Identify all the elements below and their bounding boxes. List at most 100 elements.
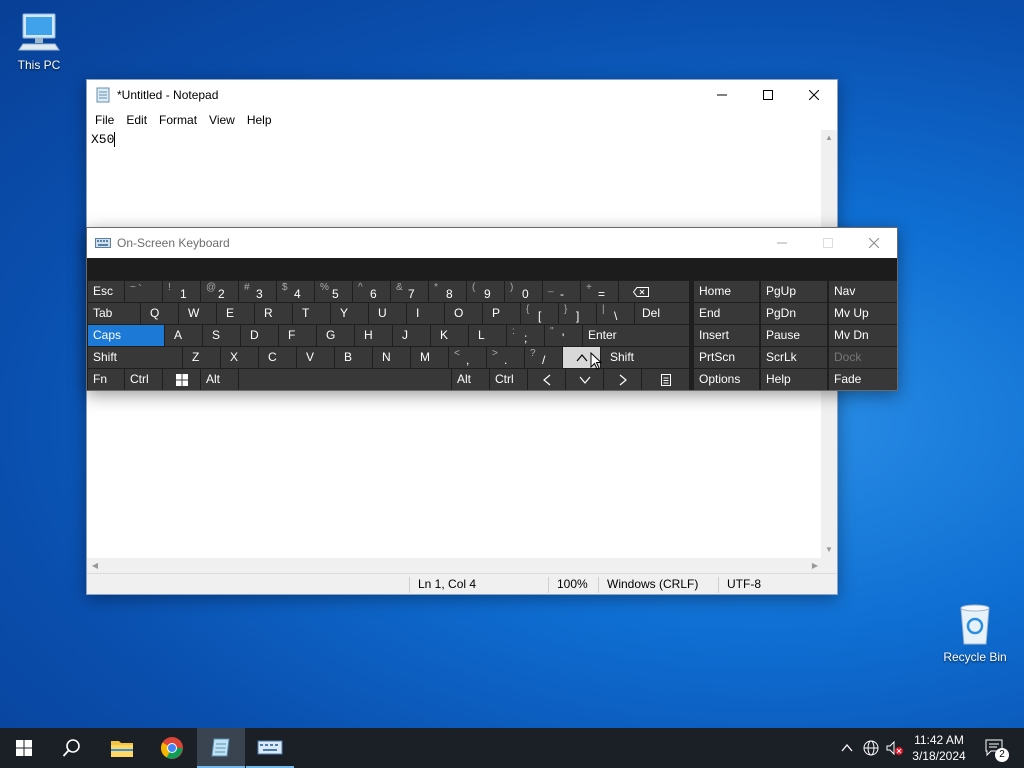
key-prtscn[interactable]: PrtScn — [694, 347, 759, 368]
key-z[interactable]: Z — [183, 347, 220, 368]
key-semicolon[interactable]: :; — [507, 325, 544, 346]
key-h[interactable]: H — [355, 325, 392, 346]
key-home[interactable]: Home — [694, 281, 759, 302]
key-fade[interactable]: Fade — [829, 369, 897, 390]
key-pgdn[interactable]: PgDn — [761, 303, 827, 324]
key-i[interactable]: I — [407, 303, 444, 324]
key-4[interactable]: $4 — [277, 281, 314, 302]
key-right-arrow[interactable] — [604, 369, 641, 390]
scroll-left-icon[interactable]: ◀ — [87, 558, 103, 574]
key-space[interactable] — [239, 369, 451, 390]
key-1[interactable]: ! 1 — [163, 281, 200, 302]
close-button[interactable] — [791, 80, 837, 110]
key-dock[interactable]: Dock — [829, 347, 897, 368]
key-9[interactable]: (9 — [467, 281, 504, 302]
key-0[interactable]: ) 0 — [505, 281, 542, 302]
recycle-bin-desktop-icon[interactable]: Recycle Bin — [940, 602, 1010, 664]
taskbar-chrome[interactable] — [148, 728, 196, 768]
key-end[interactable]: End — [694, 303, 759, 324]
key-scrlk[interactable]: ScrLk — [761, 347, 827, 368]
key-tab[interactable]: Tab — [88, 303, 140, 324]
key-g[interactable]: G — [317, 325, 354, 346]
key-backslash[interactable]: | \ — [597, 303, 634, 324]
key-e[interactable]: E — [217, 303, 254, 324]
key-left-alt[interactable]: Alt — [201, 369, 238, 390]
key-menu[interactable] — [642, 369, 689, 390]
key-minus[interactable]: _ - — [543, 281, 580, 302]
key-open-bracket[interactable]: {[ — [521, 303, 558, 324]
key-a[interactable]: A — [165, 325, 202, 346]
key-s[interactable]: S — [203, 325, 240, 346]
this-pc-desktop-icon[interactable]: This PC — [4, 10, 74, 72]
key-insert[interactable]: Insert — [694, 325, 759, 346]
taskbar-notepad[interactable] — [197, 728, 245, 768]
key-del[interactable]: Del — [635, 303, 689, 324]
key-x[interactable]: X — [221, 347, 258, 368]
key-close-bracket[interactable]: }] — [559, 303, 596, 324]
osk-close-button[interactable] — [851, 228, 897, 258]
key-period[interactable]: >. — [487, 347, 524, 368]
key-nav[interactable]: Nav — [829, 281, 897, 302]
scroll-up-icon[interactable]: ▲ — [821, 130, 837, 146]
taskbar-on-screen-keyboard[interactable] — [246, 728, 294, 768]
key-k[interactable]: K — [431, 325, 468, 346]
menu-edit[interactable]: Edit — [120, 113, 153, 127]
key-comma[interactable]: <, — [449, 347, 486, 368]
network-button[interactable] — [860, 728, 882, 768]
key-windows[interactable] — [163, 369, 200, 390]
search-button[interactable] — [48, 728, 96, 768]
key-8[interactable]: * 8 — [429, 281, 466, 302]
key-v[interactable]: V — [297, 347, 334, 368]
key-mv-dn[interactable]: Mv Dn — [829, 325, 897, 346]
key-r[interactable]: R — [255, 303, 292, 324]
key-7[interactable]: & 7 — [391, 281, 428, 302]
key-b[interactable]: B — [335, 347, 372, 368]
key-backspace[interactable] — [619, 281, 689, 302]
key-2[interactable]: @2 — [201, 281, 238, 302]
key-d[interactable]: D — [241, 325, 278, 346]
horizontal-scrollbar[interactable]: ◀ ▶ — [87, 558, 823, 574]
key-c[interactable]: C — [259, 347, 296, 368]
key-m[interactable]: M — [411, 347, 448, 368]
key-right-ctrl[interactable]: Ctrl — [490, 369, 527, 390]
menu-file[interactable]: File — [89, 113, 120, 127]
key-left-shift[interactable]: Shift — [88, 347, 182, 368]
key-slash[interactable]: ? / — [525, 347, 562, 368]
key-left-arrow[interactable] — [528, 369, 565, 390]
key-w[interactable]: W — [179, 303, 216, 324]
key-right-shift[interactable]: Shift — [601, 347, 689, 368]
key-3[interactable]: #3 — [239, 281, 276, 302]
key-right-alt[interactable]: Alt — [452, 369, 489, 390]
menu-help[interactable]: Help — [241, 113, 278, 127]
key-pgup[interactable]: PgUp — [761, 281, 827, 302]
key-options[interactable]: Options — [694, 369, 759, 390]
osk-maximize-button[interactable] — [805, 228, 851, 258]
key-pause[interactable]: Pause — [761, 325, 827, 346]
key-l[interactable]: L — [469, 325, 506, 346]
key-esc[interactable]: Esc — [88, 281, 124, 302]
key-5[interactable]: % 5 — [315, 281, 352, 302]
minimize-button[interactable] — [699, 80, 745, 110]
clock[interactable]: 11:42 AM 3/18/2024 — [904, 728, 974, 768]
key-o[interactable]: O — [445, 303, 482, 324]
key-n[interactable]: N — [373, 347, 410, 368]
scroll-down-icon[interactable]: ▼ — [821, 542, 837, 558]
action-center-button[interactable]: 2 — [980, 728, 1010, 768]
key-equals[interactable]: + = — [581, 281, 618, 302]
key-down-arrow[interactable] — [566, 369, 603, 390]
key-backtick[interactable]: ~ ` — [125, 281, 162, 302]
show-hidden-icons-button[interactable] — [836, 728, 858, 768]
menu-view[interactable]: View — [203, 113, 241, 127]
osk-minimize-button[interactable] — [759, 228, 805, 258]
key-u[interactable]: U — [369, 303, 406, 324]
key-f[interactable]: F — [279, 325, 316, 346]
osk-titlebar[interactable]: On-Screen Keyboard — [87, 228, 897, 258]
menu-format[interactable]: Format — [153, 113, 203, 127]
key-left-ctrl[interactable]: Ctrl — [125, 369, 162, 390]
key-j[interactable]: J — [393, 325, 430, 346]
key-enter[interactable]: Enter — [583, 325, 689, 346]
key-6[interactable]: ^ 6 — [353, 281, 390, 302]
key-p[interactable]: P — [483, 303, 520, 324]
key-fn[interactable]: Fn — [88, 369, 124, 390]
start-button[interactable] — [0, 728, 48, 768]
